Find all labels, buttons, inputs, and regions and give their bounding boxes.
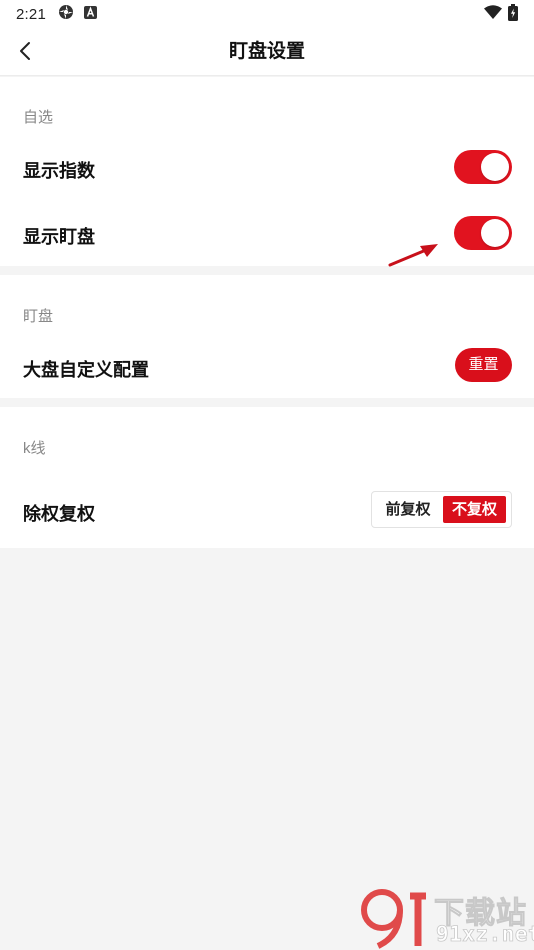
section-watchlist: 自选 显示指数 显示盯盘: [0, 77, 534, 266]
row-label-show-monitor: 显示盯盘: [23, 227, 95, 247]
watermark-logo-icon: [361, 889, 426, 949]
section-kline: k线 除权复权 前复权 不复权: [0, 407, 534, 548]
status-time: 2:21: [16, 5, 46, 23]
status-icons-right: [484, 3, 518, 25]
show-monitor-toggle[interactable]: [454, 216, 512, 250]
watermark-text-small: 91xz.net: [436, 922, 534, 947]
page-title: 盯盘设置: [228, 41, 305, 62]
option-no-adjust[interactable]: 不复权: [443, 496, 506, 523]
settings-flower-icon: [58, 4, 74, 24]
toggle-knob: [481, 153, 509, 181]
battery-charging-icon: [508, 3, 518, 25]
toggle-knob: [481, 219, 509, 247]
status-bar: 2:21: [0, 0, 534, 28]
option-forward-adjust[interactable]: 前复权: [376, 496, 440, 523]
adjustment-segmented-control: 前复权 不复权: [371, 491, 512, 528]
app-a-icon: [84, 5, 97, 23]
section-label-watchlist: 自选: [23, 109, 54, 126]
section-label-monitor: 盯盘: [23, 308, 54, 325]
settings-screen: 2:21 盯盘设置 自选 显示指数 显示盯盘 盯盘 大盘自定义配置 重置 k线 …: [0, 0, 534, 950]
row-label-show-index: 显示指数: [23, 161, 95, 181]
section-monitor: 盯盘 大盘自定义配置 重置: [0, 275, 534, 398]
row-label-adjustment: 除权复权: [23, 504, 95, 524]
watermark: 下载站 91xz.net: [360, 884, 534, 950]
annotation-arrow-icon: [388, 244, 438, 267]
wifi-icon: [484, 5, 502, 23]
show-index-toggle[interactable]: [454, 150, 512, 184]
header: 盯盘设置: [0, 28, 534, 76]
reset-button[interactable]: 重置: [455, 348, 512, 382]
status-icons-left: [58, 4, 97, 24]
section-label-kline: k线: [23, 440, 46, 457]
row-label-custom-config: 大盘自定义配置: [23, 360, 149, 380]
